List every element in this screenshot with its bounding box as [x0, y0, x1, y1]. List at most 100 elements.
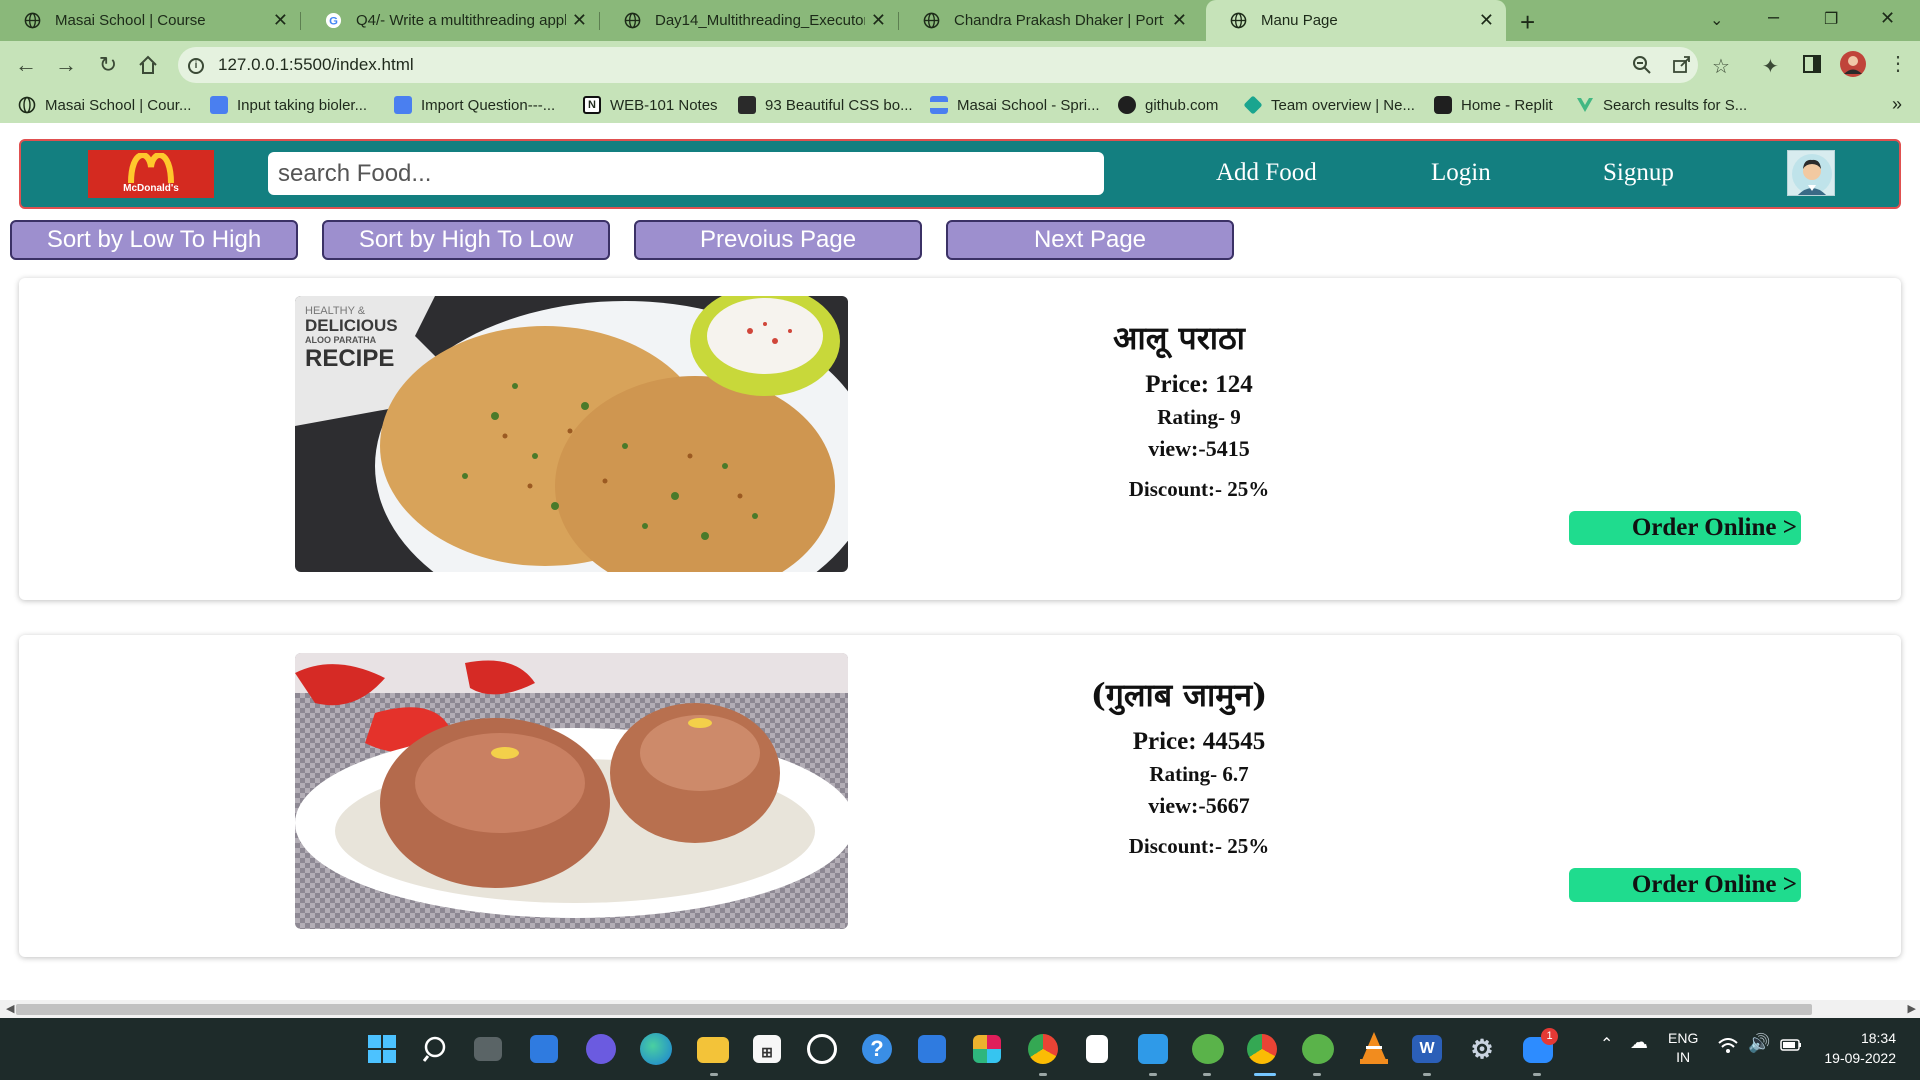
gulab-jamun-image[interactable]	[295, 653, 848, 929]
order-online-button[interactable]: Order Online >	[1569, 511, 1801, 545]
horizontal-scrollbar[interactable]: ◀ ▶	[0, 1000, 1920, 1018]
close-icon[interactable]: ✕	[273, 10, 288, 31]
more-bookmarks-icon[interactable]: »	[1892, 94, 1902, 115]
food-views: view:-5667	[1148, 793, 1250, 818]
bookmark-item[interactable]: Search results for S...	[1576, 96, 1747, 114]
tab-masai-course[interactable]: Masai School | Course ✕	[0, 0, 300, 41]
running-indicator	[710, 1073, 718, 1076]
bookmark-label: WEB-101 Notes	[610, 96, 718, 114]
tab-multithreading-question[interactable]: G Q4/- Write a multithreading appl ✕	[301, 0, 599, 41]
sort-low-high-button[interactable]: Sort by Low To High	[10, 220, 298, 260]
order-online-button[interactable]: Order Online >	[1569, 868, 1801, 902]
language-indicator[interactable]: ENG IN	[1668, 1029, 1698, 1067]
chrome-profile-icon[interactable]	[1247, 1034, 1277, 1064]
file-explorer-icon[interactable]	[697, 1037, 729, 1063]
home-icon[interactable]	[137, 54, 159, 76]
show-hidden-icons[interactable]: ⌃	[1600, 1034, 1613, 1054]
github-icon	[1118, 96, 1136, 114]
aloo-paratha-image[interactable]: HEALTHY & DELICIOUS ALOO PARATHA RECIPE	[295, 296, 848, 572]
search-food-input[interactable]	[268, 152, 1104, 195]
star-icon[interactable]: ☆	[1712, 54, 1730, 79]
next-page-button[interactable]: Next Page	[946, 220, 1234, 260]
bookmark-item[interactable]: Home - Replit	[1434, 96, 1553, 114]
bookmark-item[interactable]: N WEB-101 Notes	[583, 96, 718, 114]
bookmark-item[interactable]: github.com	[1118, 96, 1218, 114]
tab-search-icon[interactable]: ⌄	[1710, 10, 1723, 30]
help-icon[interactable]: ?	[862, 1034, 892, 1064]
windows-start-icon[interactable]	[368, 1035, 396, 1063]
user-avatar[interactable]	[1787, 150, 1835, 196]
bookmark-label: Home - Replit	[1461, 96, 1553, 114]
spring-tool-icon[interactable]	[1192, 1034, 1224, 1064]
back-icon[interactable]: ←	[12, 51, 40, 79]
settings-gear-icon[interactable]: ⚙	[1467, 1034, 1497, 1064]
docs-icon	[210, 96, 228, 114]
slack-icon[interactable]	[973, 1035, 1001, 1063]
teams-chat-icon[interactable]	[586, 1034, 616, 1064]
store-icon[interactable]: ⊞	[753, 1035, 781, 1063]
language-code: ENG	[1668, 1030, 1699, 1046]
battery-icon[interactable]	[1780, 1039, 1802, 1051]
close-icon[interactable]: ✕	[572, 10, 587, 31]
aloo-paratha-photo: HEALTHY & DELICIOUS ALOO PARATHA RECIPE	[295, 296, 848, 572]
task-view-icon[interactable]	[474, 1037, 502, 1061]
login-link[interactable]: Login	[1431, 159, 1491, 187]
word-icon[interactable]: W	[1412, 1035, 1442, 1063]
search-icon[interactable]	[423, 1035, 451, 1063]
notepad-icon[interactable]	[1086, 1035, 1108, 1063]
minimize-icon[interactable]: –	[1768, 6, 1779, 29]
zoom-icon[interactable]	[1632, 55, 1652, 75]
bookmark-item[interactable]: Import Question---...	[394, 96, 555, 114]
restore-icon[interactable]: ❐	[1824, 9, 1838, 29]
tab-portfolio[interactable]: Chandra Prakash Dhaker | Portfol ✕	[899, 0, 1199, 41]
close-icon[interactable]: ✕	[871, 10, 886, 31]
wifi-icon[interactable]	[1718, 1038, 1738, 1054]
share-icon[interactable]	[1672, 54, 1692, 74]
widgets-icon[interactable]	[530, 1035, 558, 1063]
tab-day14[interactable]: Day14_Multithreading_Executor_ ✕	[600, 0, 898, 41]
add-food-link[interactable]: Add Food	[1216, 159, 1317, 187]
bookmark-item[interactable]: Masai School | Cour...	[18, 96, 191, 114]
extensions-icon[interactable]: ✦	[1762, 54, 1779, 79]
close-icon[interactable]: ✕	[1172, 10, 1187, 31]
info-icon[interactable]: i	[188, 58, 204, 74]
system-clock[interactable]: 18:34 19-09-2022	[1812, 1028, 1896, 1068]
mcdonalds-logo[interactable]: McDonald's	[88, 150, 214, 198]
previous-page-button[interactable]: Prevoius Page	[634, 220, 922, 260]
edge-icon[interactable]	[640, 1033, 672, 1065]
new-tab-button[interactable]: +	[1520, 7, 1535, 38]
food-discount: Discount:- 25%	[1128, 834, 1270, 858]
news-app-icon[interactable]	[918, 1035, 946, 1063]
running-indicator	[1039, 1073, 1047, 1076]
forward-icon[interactable]: →	[52, 51, 80, 79]
scroll-left-icon[interactable]: ◀	[6, 1002, 14, 1015]
bookmark-label: Search results for S...	[1603, 96, 1748, 114]
globe-icon	[923, 12, 940, 29]
sort-high-low-button[interactable]: Sort by High To Low	[322, 220, 610, 260]
bookmark-item[interactable]: Input taking bioler...	[210, 96, 367, 114]
tab-title: Day14_Multithreading_Executor_	[655, 12, 865, 29]
volume-icon[interactable]: 🔊	[1748, 1033, 1770, 1054]
spring-tool-2-icon[interactable]	[1302, 1034, 1334, 1064]
bookmark-item[interactable]: 93 Beautiful CSS bo...	[738, 96, 913, 114]
reload-icon[interactable]: ↻	[94, 51, 122, 79]
scroll-right-icon[interactable]: ▶	[1908, 1002, 1916, 1015]
github-desktop-icon[interactable]	[807, 1034, 837, 1064]
bookmark-item[interactable]: Team overview | Ne...	[1243, 95, 1415, 115]
vlc-icon[interactable]	[1360, 1032, 1388, 1064]
bookmark-label: Import Question---...	[421, 96, 556, 114]
close-icon[interactable]: ✕	[1479, 10, 1494, 31]
chrome-icon[interactable]	[1028, 1034, 1058, 1064]
window-close-icon[interactable]: ✕	[1880, 8, 1895, 29]
onedrive-icon[interactable]: ☁	[1630, 1032, 1648, 1053]
profile-avatar[interactable]	[1840, 51, 1866, 77]
side-panel-icon[interactable]	[1802, 54, 1822, 74]
vscode-icon[interactable]	[1138, 1034, 1168, 1064]
bookmark-item[interactable]: Masai School - Spri...	[930, 96, 1100, 114]
tab-manu-page[interactable]: Manu Page ✕	[1206, 0, 1506, 41]
url-text[interactable]: 127.0.0.1:5500/index.html	[218, 55, 414, 75]
signup-link[interactable]: Signup	[1603, 159, 1674, 187]
menu-icon[interactable]: ⋮	[1888, 51, 1908, 76]
user-avatar-icon	[1792, 154, 1832, 195]
scrollbar-thumb[interactable]	[16, 1004, 1812, 1015]
